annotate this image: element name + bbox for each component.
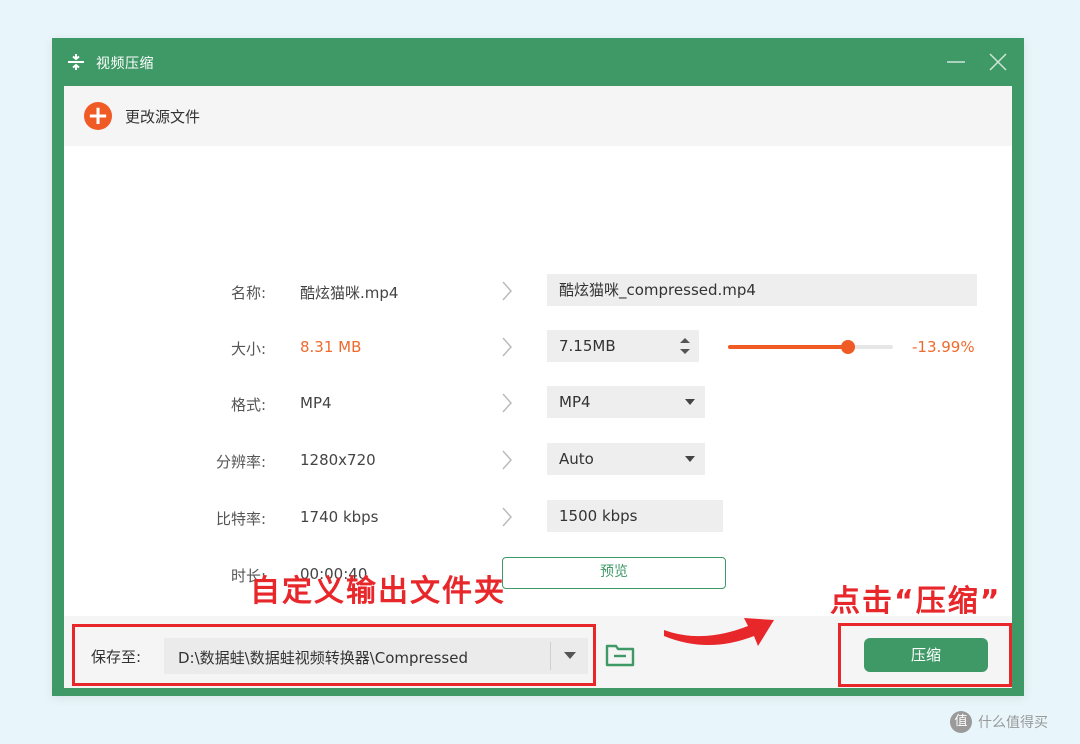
slider-handle[interactable] [841,340,856,354]
name-label: 名称: [230,284,266,302]
chevron-down-icon [685,456,695,462]
stepper-arrows-icon[interactable] [679,334,691,358]
annotation-click-compress: 点击“压缩” [830,584,1002,619]
format-select-value: MP4 [559,393,591,411]
change-source-button[interactable]: + 更改源文件 [84,101,200,131]
output-path-select[interactable]: D:\数据蛙\数据蛙视频转换器\Compressed [164,638,588,674]
toolbar: + 更改源文件 [64,86,1012,146]
change-source-label: 更改源文件 [125,107,201,126]
chevron-right-icon [502,450,513,470]
save-to-label: 保存至: [91,648,142,666]
row-resolution: 分辨率: 1280x720 Auto [64,443,1012,477]
chevron-right-icon [502,337,513,357]
annotation-custom-folder: 自定义输出文件夹 [250,574,506,609]
resolution-select-value: Auto [559,450,594,468]
close-icon[interactable] [988,52,1008,72]
compress-button[interactable]: 压缩 [864,638,988,672]
open-folder-icon[interactable] [605,642,635,668]
resolution-label: 分辨率: [215,453,266,471]
size-label: 大小: [230,340,266,358]
chevron-down-icon [685,399,695,405]
watermark-text: 什么值得买 [978,715,1048,731]
path-divider [550,642,551,670]
chevron-right-icon [502,281,513,301]
target-size-stepper[interactable]: 7.15MB [547,330,699,362]
minimize-icon[interactable] [946,54,966,70]
row-name: 名称: 酷炫猫咪.mp4 酷炫猫咪_compressed.mp4 [64,274,1012,308]
row-bitrate: 比特率: 1740 kbps 1500 kbps [64,500,1012,534]
output-path-value: D:\数据蛙\数据蛙视频转换器\Compressed [178,649,468,667]
source-name: 酷炫猫咪.mp4 [300,284,399,302]
chevron-down-icon[interactable] [564,652,576,660]
preview-button[interactable]: 预览 [502,557,726,589]
row-size: 大小: 8.31 MB 7.15MB -13.99% [64,330,1012,364]
window-title: 视频压缩 [96,56,154,72]
source-format: MP4 [300,394,332,412]
compress-app-icon [68,54,84,70]
format-select[interactable]: MP4 [547,386,705,418]
source-size: 8.31 MB [300,338,362,356]
watermark: 值 什么值得买 [950,708,1048,736]
compression-slider[interactable] [728,340,893,354]
source-bitrate: 1740 kbps [300,508,379,526]
format-label: 格式: [230,396,266,414]
bitrate-field[interactable]: 1500 kbps [547,500,723,532]
compression-percent: -13.99% [912,338,975,356]
plus-circle-icon: + [84,102,112,130]
slider-fill [728,345,849,349]
output-name-field[interactable]: 酷炫猫咪_compressed.mp4 [547,274,977,306]
resolution-select[interactable]: Auto [547,443,705,475]
save-bar: 保存至: D:\数据蛙\数据蛙视频转换器\Compressed 压缩 [64,616,1012,688]
row-format: 格式: MP4 MP4 [64,386,1012,420]
bitrate-label: 比特率: [215,510,266,528]
chevron-right-icon [502,393,513,413]
watermark-logo-icon: 值 [950,711,972,733]
content-panel: + 更改源文件 名称: 酷炫猫咪.mp4 酷炫猫咪_compressed.mp4… [64,86,1012,616]
curved-arrow-icon [664,618,774,646]
target-size-value: 7.15MB [559,337,616,355]
source-resolution: 1280x720 [300,451,376,469]
chevron-right-icon [502,507,513,527]
title-bar: 视频压缩 [52,38,1024,86]
